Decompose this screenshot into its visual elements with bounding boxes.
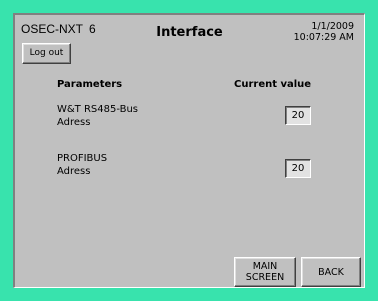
param-subname: Adress <box>57 166 91 177</box>
param-rs485-address: W&T RS485-Bus Adress <box>57 103 138 129</box>
parameters-header: Parameters <box>57 79 123 90</box>
main-screen-button[interactable]: MAIN SCREEN <box>234 257 296 287</box>
logout-button[interactable]: Log out <box>22 43 71 64</box>
datetime-display: 1/1/2009 10:07:29 AM <box>294 21 354 43</box>
param-profibus-address: PROFIBUS Adress <box>57 152 107 178</box>
main-screen-line2: SCREEN <box>245 272 285 283</box>
rs485-address-value[interactable]: 20 <box>285 106 311 125</box>
param-name: W&T RS485-Bus <box>57 104 139 115</box>
back-button[interactable]: BACK <box>301 257 361 287</box>
param-name: PROFIBUS <box>57 153 108 164</box>
date-text: 1/1/2009 <box>311 21 354 32</box>
current-value-header: Current value <box>234 79 312 90</box>
param-subname: Adress <box>57 117 91 128</box>
profibus-address-value[interactable]: 20 <box>285 159 311 178</box>
time-text: 10:07:29 AM <box>293 32 354 43</box>
hmi-panel: OSEC-NXT 6 Interface 1/1/2009 10:07:29 AM… <box>13 13 365 288</box>
main-screen-line1: MAIN <box>252 261 278 272</box>
